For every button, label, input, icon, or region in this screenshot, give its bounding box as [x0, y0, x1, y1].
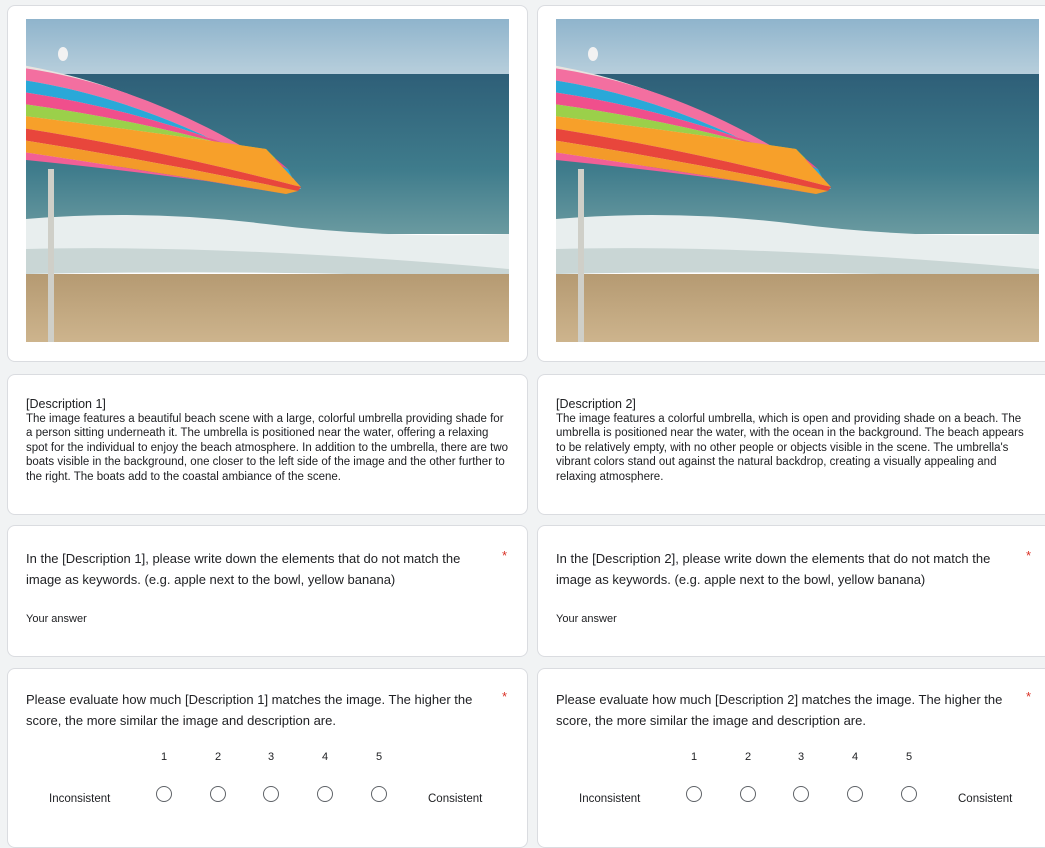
rating-card-1: Please evaluate how much [Description 1]…	[7, 668, 528, 848]
radio-option-4[interactable]	[847, 786, 863, 802]
scale-label-5: 5	[375, 751, 383, 763]
question-text: In the [Description 2], please write dow…	[556, 551, 991, 587]
description-body: The image features a colorful umbrella, …	[556, 412, 1024, 483]
scale-label-5: 5	[905, 751, 913, 763]
rating-card-2: Please evaluate how much [Description 2]…	[537, 668, 1045, 848]
question-card-2: In the [Description 2], please write dow…	[537, 525, 1045, 657]
rating-question: Please evaluate how much [Description 2]…	[556, 692, 1003, 728]
beach-umbrella-image-2	[556, 19, 1039, 342]
scale-label-3: 3	[267, 751, 275, 763]
radio-option-2[interactable]	[210, 786, 226, 802]
description-body: The image features a beautiful beach sce…	[26, 412, 509, 483]
scale-min-label: Inconsistent	[49, 793, 111, 805]
description-card-2: [Description 2] The image features a col…	[537, 374, 1045, 515]
question-text: In the [Description 1], please write dow…	[26, 551, 461, 587]
description-header: [Description 2]	[556, 397, 636, 411]
scale-max-label: Consistent	[958, 793, 1013, 805]
radio-option-2[interactable]	[740, 786, 756, 802]
radio-option-1[interactable]	[156, 786, 172, 802]
scale-label-4: 4	[851, 751, 859, 763]
radio-option-5[interactable]	[371, 786, 387, 802]
description-header: [Description 1]	[26, 397, 106, 411]
scale-label-2: 2	[214, 751, 222, 763]
required-mark: *	[501, 548, 507, 563]
image-card-1	[7, 5, 528, 362]
answer-input[interactable]: Your answer	[26, 613, 87, 625]
image-card-2	[537, 5, 1045, 362]
description-card-1: [Description 1] The image features a bea…	[7, 374, 528, 515]
scale-min-label: Inconsistent	[579, 793, 641, 805]
question-card-1: In the [Description 1], please write dow…	[7, 525, 528, 657]
required-mark: *	[1025, 548, 1031, 563]
radio-option-1[interactable]	[686, 786, 702, 802]
scale-label-1: 1	[160, 751, 168, 763]
radio-option-3[interactable]	[263, 786, 279, 802]
radio-option-5[interactable]	[901, 786, 917, 802]
radio-option-4[interactable]	[317, 786, 333, 802]
scale-label-2: 2	[744, 751, 752, 763]
required-mark: *	[1025, 689, 1031, 704]
rating-question: Please evaluate how much [Description 1]…	[26, 692, 473, 728]
scale-max-label: Consistent	[428, 793, 483, 805]
scale-label-3: 3	[797, 751, 805, 763]
beach-umbrella-image-1	[26, 19, 509, 342]
scale-label-1: 1	[690, 751, 698, 763]
scale-label-4: 4	[321, 751, 329, 763]
required-mark: *	[501, 689, 507, 704]
answer-input[interactable]: Your answer	[556, 613, 617, 625]
radio-option-3[interactable]	[793, 786, 809, 802]
